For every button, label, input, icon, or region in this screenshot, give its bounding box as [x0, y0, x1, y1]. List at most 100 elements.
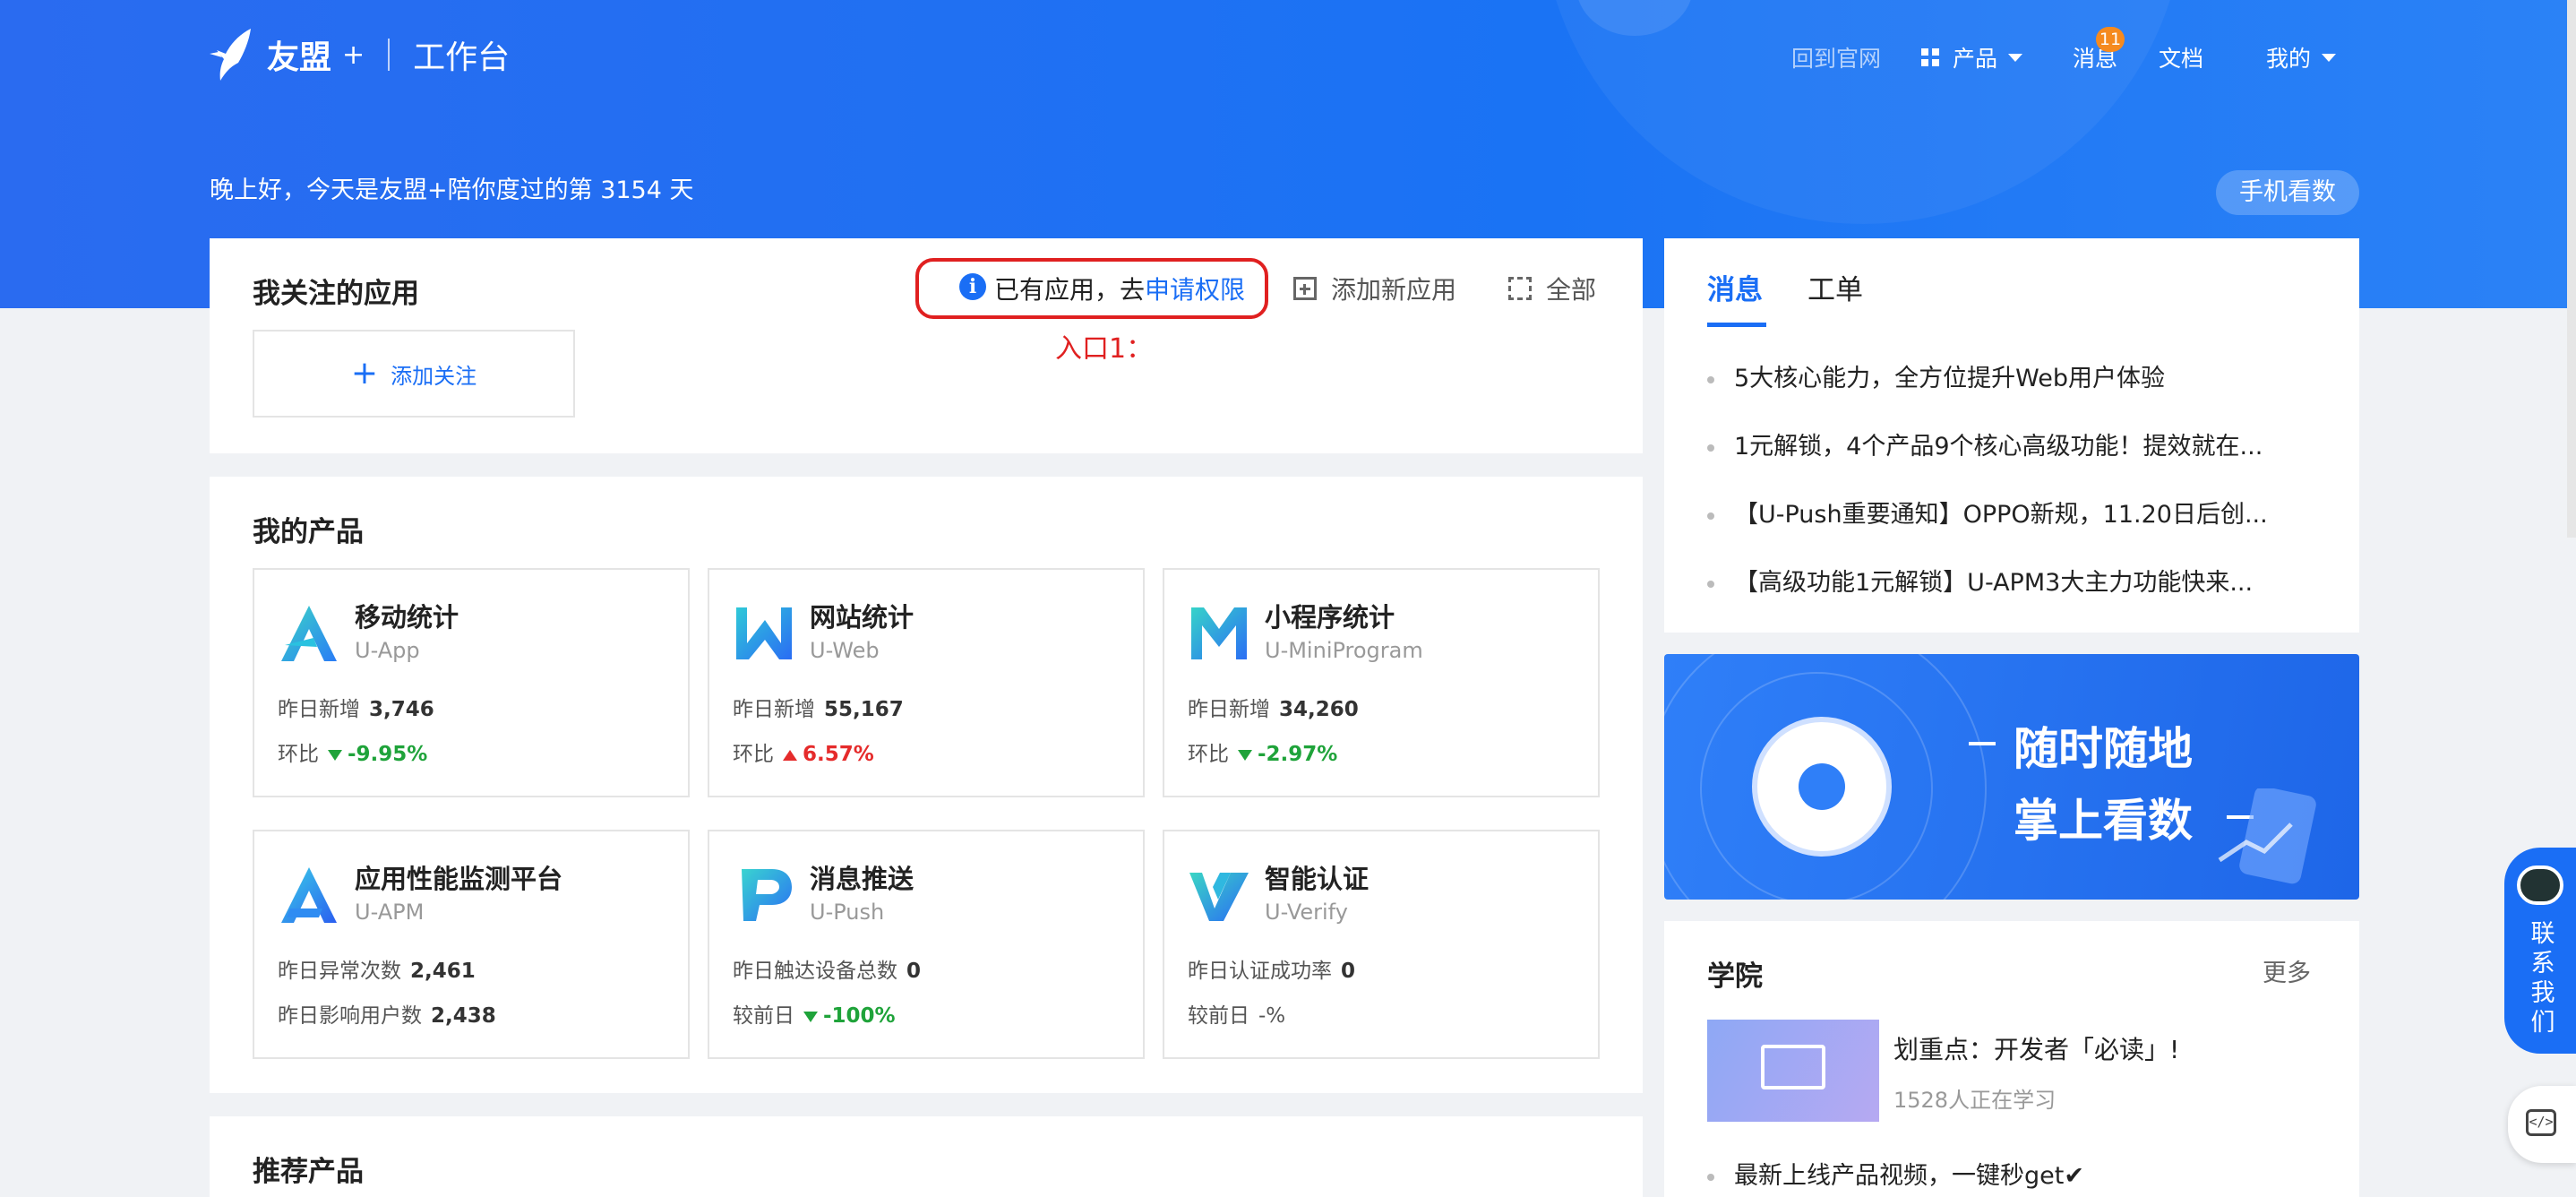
product-metric-1: 昨日新增 34,260	[1188, 692, 1359, 722]
chevron-down-icon	[2008, 53, 2023, 62]
academy-list-item-text: 最新上线产品视频，一键秒get✔	[1734, 1162, 2084, 1190]
add-new-app-button[interactable]: 添加新应用	[1293, 271, 1456, 306]
chevron-down-icon	[2322, 53, 2337, 62]
bullet	[1707, 443, 1714, 452]
news-item-text: 【U-Push重要通知】OPPO新规，11.20日后创...	[1734, 501, 2268, 529]
metric-change: -100%	[823, 1004, 896, 1028]
metric-label: 昨日新增	[278, 698, 360, 721]
mobile-app-promo-banner[interactable]: 随时随地 掌上看数	[1664, 654, 2359, 900]
news-item-text: 1元解锁，4个产品9个核心高级功能！提效就在...	[1734, 433, 2263, 461]
metric-label: 较前日	[1188, 1004, 1249, 1028]
add-new-app-label: 添加新应用	[1331, 275, 1457, 305]
add-follow-button[interactable]: + 添加关注	[253, 330, 575, 418]
course-thumbnail[interactable]	[1707, 1020, 1879, 1122]
grid-icon	[1921, 48, 1939, 66]
banner-line-2: 掌上看数	[2014, 795, 2193, 847]
metric-value: 0	[1341, 960, 1356, 983]
product-name: 智能认证	[1265, 864, 1370, 894]
metric-change: -9.95%	[348, 743, 428, 766]
course-title[interactable]: 划重点：开发者「必读」!	[1893, 1030, 2179, 1066]
academy-more-link[interactable]: 更多	[2263, 953, 2311, 988]
nav-official-site[interactable]: 回到官网	[1791, 39, 1881, 75]
nav-products[interactable]: 产品	[1920, 39, 2023, 75]
page-scrollbar[interactable]	[2567, 0, 2576, 538]
product-card-u-apm[interactable]: 应用性能监测平台 U-APM 昨日异常次数 2,461 昨日影响用户数 2,438	[253, 830, 690, 1059]
product-card-u-miniprogram[interactable]: 小程序统计 U-MiniProgram 昨日新增 34,260 环比 -2.97%	[1163, 568, 1600, 797]
product-name: 应用性能监测平台	[355, 864, 563, 894]
metric-label: 环比	[1188, 743, 1229, 766]
apply-permission-link[interactable]: 申请权限	[1145, 275, 1245, 305]
product-metric-1: 昨日异常次数 2,461	[278, 953, 476, 984]
presentation-icon	[1761, 1045, 1825, 1089]
tab-tickets[interactable]: 工单	[1807, 267, 1863, 307]
product-metric-2: 较前日 -100%	[733, 998, 896, 1029]
product-code: U-Verify	[1265, 900, 1348, 925]
product-code: U-App	[355, 638, 420, 663]
metric-label: 较前日	[733, 1004, 794, 1028]
metric-value: 2,438	[431, 1004, 496, 1028]
qr-code	[1752, 717, 1892, 857]
product-name: 网站统计	[810, 602, 914, 633]
product-card-u-push[interactable]: 消息推送 U-Push 昨日触达设备总数 0 较前日 -100%	[708, 830, 1145, 1059]
followed-apps-title: 我关注的应用	[253, 278, 419, 310]
metric-label: 昨日认证成功率	[1188, 960, 1332, 983]
metric-value: 3,746	[369, 698, 434, 721]
arrow-down-icon	[328, 749, 342, 761]
news-item[interactable]: 5大核心能力，全方位提升Web用户体验	[1707, 358, 2298, 393]
product-metric-2: 较前日 -%	[1188, 998, 1285, 1029]
u-push-logo-icon	[742, 869, 792, 921]
add-box-icon	[1293, 277, 1317, 300]
nav-docs[interactable]: 文档	[2159, 39, 2203, 75]
nav-mine[interactable]: 我的	[2266, 39, 2337, 75]
all-apps-button[interactable]: 全部	[1508, 271, 1596, 306]
bullet	[1707, 512, 1714, 520]
news-item[interactable]: 【高级功能1元解锁】U-APM3大主力功能快来...	[1707, 563, 2298, 598]
greeting: 晚上好，今天是友盟+陪你度过的第 3154 天	[210, 177, 694, 204]
nav-mine-label: 我的	[2266, 46, 2312, 72]
embed-code-button[interactable]: </>	[2508, 1086, 2576, 1163]
banner-line-1: 随时随地	[2014, 723, 2193, 775]
metric-label: 环比	[278, 743, 319, 766]
product-card-u-app[interactable]: 移动统计 U-App 昨日新增 3,746 环比 -9.95%	[253, 568, 690, 797]
news-item[interactable]: 1元解锁，4个产品9个核心高级功能！提效就在...	[1707, 426, 2298, 461]
news-item-text: 5大核心能力，全方位提升Web用户体验	[1734, 365, 2166, 392]
contact-us-label: 联系我们	[2530, 920, 2555, 1037]
all-apps-label: 全部	[1546, 275, 1597, 305]
course-learners: 1528人正在学习	[1893, 1088, 2057, 1113]
nav-products-label: 产品	[1953, 46, 1998, 72]
metric-label: 昨日触达设备总数	[733, 960, 897, 983]
mobile-view-button[interactable]: 手机看数	[2216, 170, 2359, 215]
product-name: 移动统计	[355, 602, 459, 633]
product-metric-2: 环比 -9.95%	[278, 736, 427, 767]
product-card-u-verify[interactable]: 智能认证 U-Verify 昨日认证成功率 0 较前日 -%	[1163, 830, 1600, 1059]
product-name: 小程序统计	[1265, 602, 1395, 633]
code-icon: </>	[2526, 1109, 2556, 1136]
metric-value: 0	[906, 960, 922, 983]
metric-change: 6.57%	[803, 743, 874, 766]
logo[interactable]: 友盟 + 工作台	[208, 27, 510, 82]
arrow-down-icon	[1238, 749, 1252, 761]
workspace-title: 工作台	[413, 39, 511, 76]
contact-us-button[interactable]: 联系我们	[2504, 848, 2576, 1054]
recommended-card	[210, 1116, 1643, 1197]
plus-icon: +	[350, 355, 379, 392]
product-code: U-APM	[355, 900, 425, 925]
academy-list-item[interactable]: 最新上线产品视频，一键秒get✔	[1707, 1156, 2298, 1191]
product-metric-1: 昨日触达设备总数 0	[733, 953, 921, 984]
metric-change: -%	[1258, 1004, 1286, 1028]
brand-name: 友盟	[267, 39, 332, 76]
product-card-u-web[interactable]: 网站统计 U-Web 昨日新增 55,167 环比 6.57%	[708, 568, 1145, 797]
logo-divider	[388, 39, 391, 71]
metric-label: 昨日新增	[1188, 698, 1270, 721]
tab-messages[interactable]: 消息	[1707, 267, 1763, 307]
arrow-up-icon	[783, 749, 797, 761]
permission-notice: 已有应用，去申请权限	[994, 271, 1245, 306]
my-products-title: 我的产品	[253, 516, 364, 548]
phone-chart-icon	[2218, 788, 2316, 884]
add-follow-label: 添加关注	[391, 363, 477, 389]
info-icon: i	[959, 273, 986, 300]
news-item[interactable]: 【U-Push重要通知】OPPO新规，11.20日后创...	[1707, 495, 2298, 530]
product-code: U-MiniProgram	[1265, 638, 1423, 663]
metric-value: 55,167	[824, 698, 904, 721]
product-name: 消息推送	[810, 864, 914, 894]
